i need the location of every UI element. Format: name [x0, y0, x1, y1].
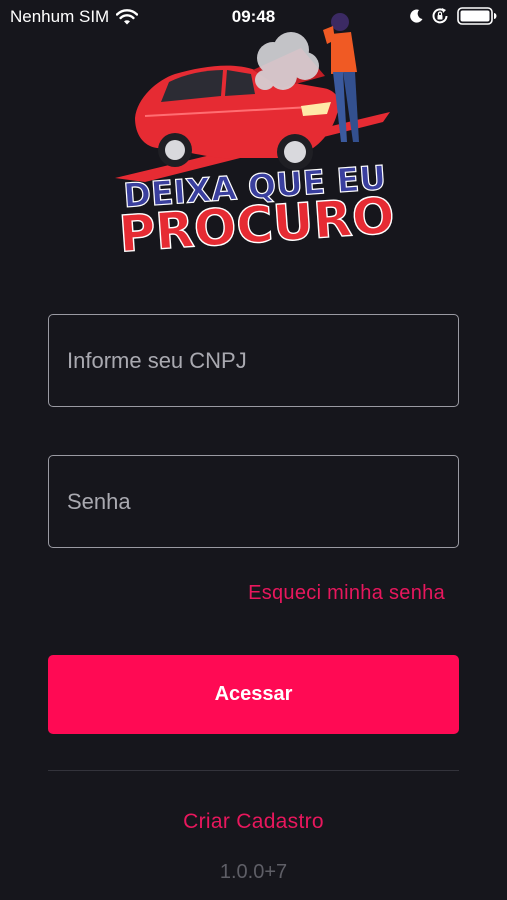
forgot-password-link[interactable]: Esqueci minha senha — [248, 582, 445, 605]
status-icons — [410, 7, 497, 25]
app-version: 1.0.0+7 — [219, 861, 288, 883]
create-account-link[interactable]: Criar Cadastro — [0, 810, 507, 834]
rotation-lock-icon — [432, 8, 448, 24]
moon-icon — [410, 9, 423, 23]
divider — [48, 770, 459, 771]
login-button[interactable]: Acessar — [48, 655, 459, 734]
password-input[interactable] — [48, 455, 459, 548]
cnpj-input[interactable] — [48, 314, 459, 407]
app-logo: DEIXA QUE EU PROCURO — [115, 13, 397, 255]
battery-icon — [457, 7, 497, 25]
logo-smoke — [255, 32, 319, 90]
